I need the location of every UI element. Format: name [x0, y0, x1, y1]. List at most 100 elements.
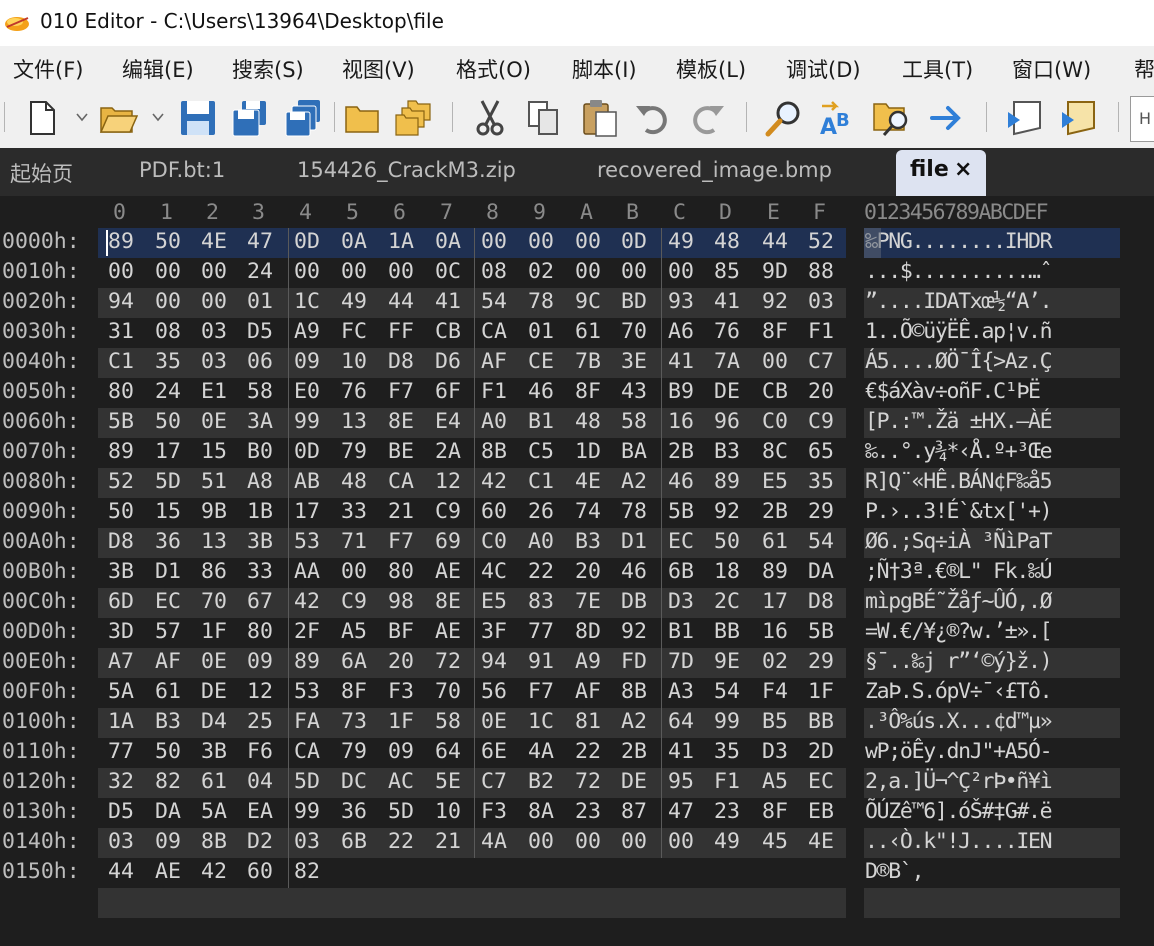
ascii-text[interactable]: ‰PNG........IHDR: [865, 229, 1053, 254]
hex-byte[interactable]: 57: [153, 619, 183, 644]
hex-byte[interactable]: 52: [106, 469, 136, 494]
hex-byte[interactable]: 18: [712, 559, 742, 584]
hex-byte[interactable]: E5: [760, 469, 790, 494]
hex-byte[interactable]: 2B: [619, 739, 649, 764]
hex-byte[interactable]: F7: [386, 379, 416, 404]
hex-byte[interactable]: 92: [619, 619, 649, 644]
menu-item[interactable]: 模板(L): [676, 54, 746, 84]
hex-byte[interactable]: 08: [153, 319, 183, 344]
hex-byte[interactable]: 44: [106, 859, 136, 884]
find-icon[interactable]: [764, 98, 804, 138]
hex-byte[interactable]: 13: [199, 529, 229, 554]
hex-byte[interactable]: BD: [619, 289, 649, 314]
hex-byte[interactable]: 5B: [666, 499, 696, 524]
hex-byte[interactable]: D1: [153, 559, 183, 584]
hex-byte[interactable]: 33: [339, 499, 369, 524]
hex-byte[interactable]: 71: [339, 529, 369, 554]
hex-byte[interactable]: 23: [573, 799, 603, 824]
hex-byte[interactable]: 00: [573, 829, 603, 854]
hex-byte[interactable]: 02: [760, 649, 790, 674]
hex-byte[interactable]: 00: [199, 289, 229, 314]
hex-byte[interactable]: 99: [292, 799, 322, 824]
hex-byte[interactable]: 54: [712, 679, 742, 704]
hex-byte[interactable]: CA: [479, 319, 509, 344]
hex-byte[interactable]: 15: [153, 499, 183, 524]
hex-byte[interactable]: 70: [199, 589, 229, 614]
ascii-text[interactable]: €$áXàv÷oñF.C¹ÞË: [865, 379, 1051, 404]
hex-byte[interactable]: 2D: [806, 739, 836, 764]
hex-byte[interactable]: BB: [806, 709, 836, 734]
hex-byte[interactable]: 8F: [760, 799, 790, 824]
hex-byte[interactable]: 42: [292, 589, 322, 614]
hex-byte[interactable]: 52: [806, 229, 836, 254]
hex-byte[interactable]: C7: [806, 349, 836, 374]
hex-byte[interactable]: 17: [153, 439, 183, 464]
ascii-text[interactable]: .³Ô%ús.X...¢d™µ»: [865, 709, 1053, 734]
hex-byte[interactable]: 0A: [339, 229, 369, 254]
hex-byte[interactable]: BE: [386, 439, 416, 464]
hex-byte[interactable]: 7D: [666, 649, 696, 674]
hex-byte[interactable]: 41: [666, 349, 696, 374]
hex-byte[interactable]: 50: [712, 529, 742, 554]
hex-byte[interactable]: 50: [153, 409, 183, 434]
hex-byte[interactable]: 82: [292, 859, 322, 884]
hex-byte[interactable]: 50: [153, 229, 183, 254]
hex-byte[interactable]: F3: [479, 799, 509, 824]
hex-byte[interactable]: 4E: [573, 469, 603, 494]
hex-byte[interactable]: 1F: [806, 679, 836, 704]
hex-byte[interactable]: 26: [526, 499, 556, 524]
hex-byte[interactable]: A7: [106, 649, 136, 674]
hex-byte[interactable]: 6F: [433, 379, 463, 404]
hex-byte[interactable]: 65: [806, 439, 836, 464]
hex-byte[interactable]: 4A: [479, 829, 509, 854]
hex-byte[interactable]: 61: [573, 319, 603, 344]
hex-byte[interactable]: B3: [153, 709, 183, 734]
hex-byte[interactable]: 50: [153, 739, 183, 764]
hex-byte[interactable]: 20: [573, 559, 603, 584]
hex-byte[interactable]: 58: [433, 709, 463, 734]
hex-byte[interactable]: 00: [619, 829, 649, 854]
hex-byte[interactable]: 9E: [712, 649, 742, 674]
hex-byte[interactable]: 6B: [666, 559, 696, 584]
hex-byte[interactable]: 0D: [292, 439, 322, 464]
hex-byte[interactable]: 96: [712, 409, 742, 434]
hex-byte[interactable]: 0D: [619, 229, 649, 254]
hex-byte[interactable]: 76: [339, 379, 369, 404]
hex-byte[interactable]: 1A: [386, 229, 416, 254]
hex-byte[interactable]: AA: [292, 559, 322, 584]
hex-byte[interactable]: 61: [760, 529, 790, 554]
hex-byte[interactable]: CA: [292, 739, 322, 764]
hex-byte[interactable]: 8A: [526, 799, 556, 824]
hex-byte[interactable]: 00: [199, 259, 229, 284]
hex-byte[interactable]: 16: [760, 619, 790, 644]
search-box[interactable]: H: [1130, 96, 1154, 142]
hex-byte[interactable]: 80: [106, 379, 136, 404]
tab-crackm3-zip[interactable]: 154426_CrackM3.zip: [297, 158, 516, 182]
hex-byte[interactable]: A9: [573, 649, 603, 674]
hex-byte[interactable]: DB: [619, 589, 649, 614]
tab-file[interactable]: file ×: [896, 150, 986, 196]
hex-byte[interactable]: 00: [666, 259, 696, 284]
hex-byte[interactable]: 00: [106, 259, 136, 284]
hex-byte[interactable]: 03: [806, 289, 836, 314]
hex-byte[interactable]: 99: [292, 409, 322, 434]
hex-byte[interactable]: 5E: [433, 769, 463, 794]
hex-byte[interactable]: AB: [292, 469, 322, 494]
hex-byte[interactable]: CB: [433, 319, 463, 344]
hex-byte[interactable]: 17: [760, 589, 790, 614]
hex-byte[interactable]: 00: [153, 259, 183, 284]
hex-byte[interactable]: 5A: [199, 799, 229, 824]
hex-byte[interactable]: A6: [666, 319, 696, 344]
ascii-text[interactable]: 2‚a.]Ü¬^Ç²rÞ•ñ¥ì: [865, 769, 1053, 794]
hex-byte[interactable]: 6E: [479, 739, 509, 764]
hex-byte[interactable]: 08: [479, 259, 509, 284]
hex-byte[interactable]: 88: [806, 259, 836, 284]
hex-byte[interactable]: 20: [386, 649, 416, 674]
run-script-icon[interactable]: [1006, 98, 1046, 138]
hex-byte[interactable]: 4A: [526, 739, 556, 764]
hex-byte[interactable]: 99: [712, 709, 742, 734]
hex-byte[interactable]: 42: [199, 859, 229, 884]
hex-byte[interactable]: 3F: [479, 619, 509, 644]
hex-byte[interactable]: AE: [433, 559, 463, 584]
hex-byte[interactable]: 5D: [386, 799, 416, 824]
